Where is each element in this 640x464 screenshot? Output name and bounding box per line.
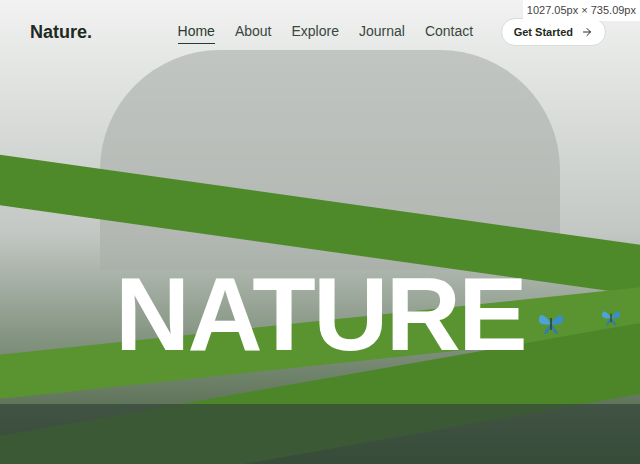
nav-link[interactable]: Contact [425,21,473,44]
butterfly-icon [600,309,623,327]
logo[interactable]: Nature. [30,18,150,46]
arrow-right-icon [581,26,593,38]
hero-title: NATURE [115,262,525,366]
nav-links: Home About Explore Journal Contact [178,21,474,44]
get-started-button[interactable]: Get Started [501,18,606,47]
nav-link[interactable]: Journal [359,21,405,44]
nav-link[interactable]: Home [178,21,215,44]
water [0,404,640,464]
page: Nature. Home About Explore Journal Contact Get… [0,0,640,464]
dimension-badge: 1027.05px × 735.09px [523,0,640,21]
nav-link[interactable]: About [235,21,272,44]
hero-photo [0,0,640,464]
butterfly-icon [536,312,566,336]
nav-link[interactable]: Explore [292,21,339,44]
